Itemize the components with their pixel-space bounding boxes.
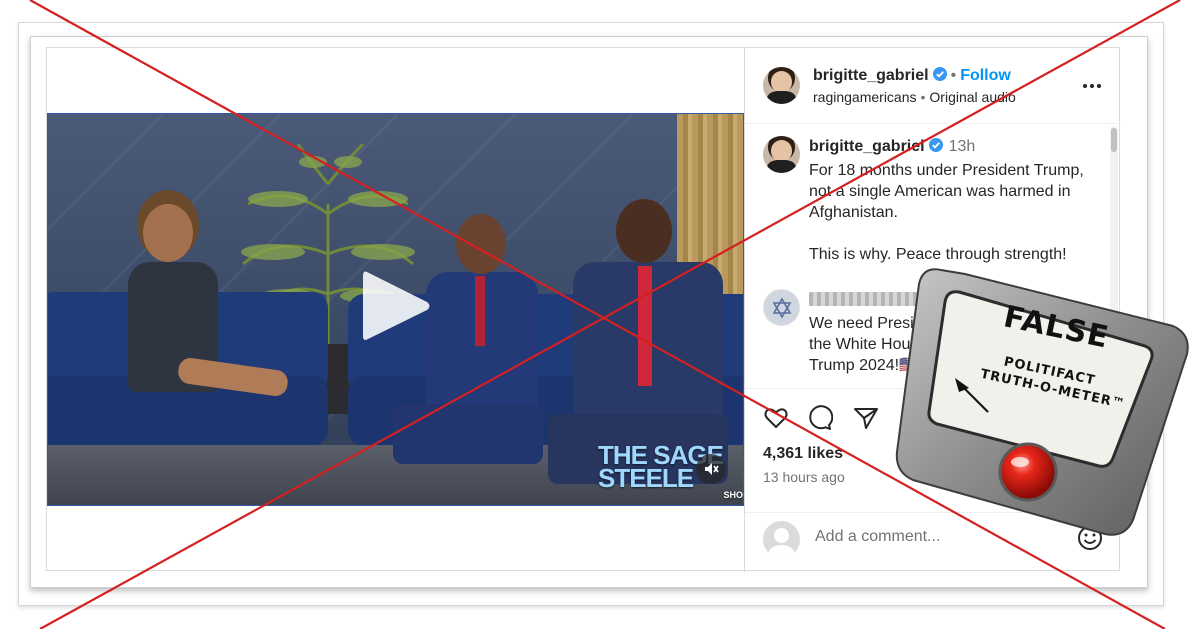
author-username[interactable]: brigitte_gabriel bbox=[813, 67, 929, 84]
more-options-icon[interactable] bbox=[1081, 76, 1103, 96]
share-icon[interactable] bbox=[853, 405, 879, 431]
avatar-placeholder-icon bbox=[763, 521, 800, 558]
audio-label[interactable]: Original audio bbox=[929, 89, 1015, 105]
play-icon[interactable] bbox=[355, 264, 435, 348]
follow-button[interactable]: Follow bbox=[960, 67, 1011, 84]
comment-avatar[interactable] bbox=[763, 289, 800, 326]
video-player[interactable]: THE SAGE STEELE SHO bbox=[47, 113, 744, 506]
truth-o-meter: FALSE POLITIFACT TRUTH-O-METER™ bbox=[893, 262, 1193, 537]
header-user-line: brigitte_gabriel • Follow bbox=[813, 67, 1011, 85]
verified-badge-icon bbox=[928, 138, 943, 152]
meter-graphic bbox=[895, 268, 1189, 536]
mute-button[interactable] bbox=[696, 454, 726, 484]
caption-username[interactable]: brigitte_gabriel bbox=[809, 138, 925, 155]
mute-icon bbox=[705, 463, 719, 475]
audio-line: ragingamericans • Original audio bbox=[813, 89, 1016, 105]
verified-badge-icon bbox=[932, 67, 947, 81]
post-time[interactable]: 13 hours ago bbox=[763, 469, 845, 485]
caption-avatar[interactable] bbox=[763, 136, 800, 173]
separator-dot: • bbox=[950, 67, 957, 84]
like-count[interactable]: 4,361 likes bbox=[763, 445, 843, 463]
caption-user-line: brigitte_gabriel 13h bbox=[809, 138, 975, 156]
scrollbar-thumb[interactable] bbox=[1111, 128, 1117, 152]
star-of-david-icon bbox=[772, 296, 791, 319]
author-avatar[interactable] bbox=[763, 67, 800, 104]
post-header: brigitte_gabriel • Follow ragingamericans •… bbox=[745, 48, 1121, 124]
audio-username[interactable]: ragingamericans bbox=[813, 89, 917, 105]
caption-time: 13h bbox=[948, 138, 976, 155]
audio-separator: • bbox=[920, 89, 926, 105]
comment-icon[interactable] bbox=[807, 405, 833, 431]
heart-icon[interactable] bbox=[763, 405, 789, 431]
caption-text: For 18 months under President Trump, not… bbox=[809, 162, 1084, 263]
